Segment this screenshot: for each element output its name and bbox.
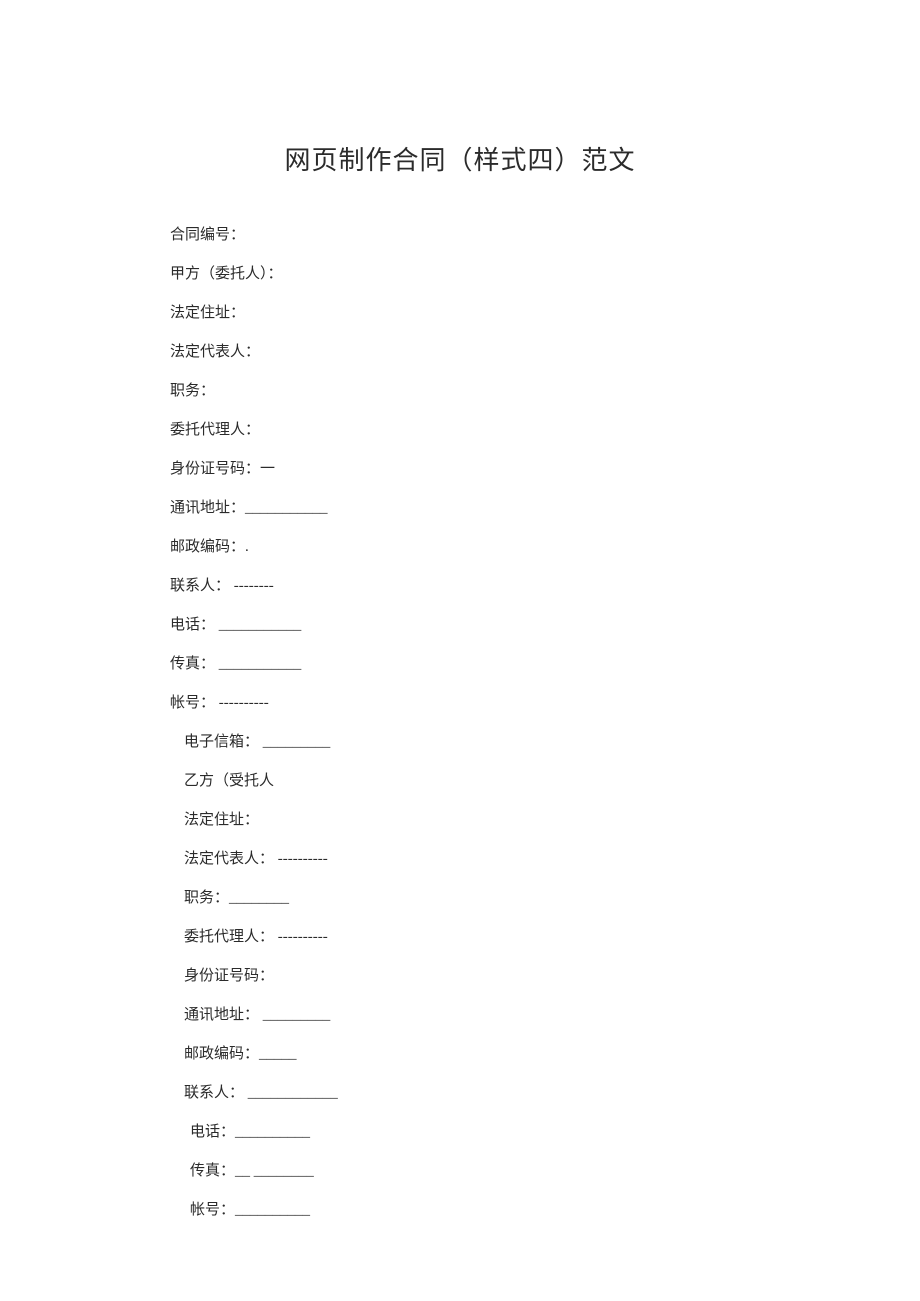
form-line: 通讯地址：___________ xyxy=(170,498,750,519)
form-line: 职务：________ xyxy=(170,888,750,909)
form-line: 法定代表人： ---------- xyxy=(170,849,750,870)
form-line: 联系人： ____________ xyxy=(170,1083,750,1104)
form-line: 邮政编码：_____ xyxy=(170,1044,750,1065)
form-line: 委托代理人： ---------- xyxy=(170,927,750,948)
form-line: 法定住址： xyxy=(170,303,750,324)
form-line: 职务： xyxy=(170,381,750,402)
form-line: 身份证号码：一 xyxy=(170,459,750,480)
form-line: 联系人： -------- xyxy=(170,576,750,597)
form-line: 电话：__________ xyxy=(170,1122,750,1143)
form-line: 身份证号码： xyxy=(170,966,750,987)
form-line: 法定代表人： xyxy=(170,342,750,363)
form-line: 传真： ___________ xyxy=(170,654,750,675)
form-line: 合同编号： xyxy=(170,225,750,246)
form-line: 帐号： ---------- xyxy=(170,693,750,714)
form-line: 法定住址： xyxy=(170,810,750,831)
form-line: 传真：__ ________ xyxy=(170,1161,750,1182)
form-line: 电话： ___________ xyxy=(170,615,750,636)
form-line: 电子信箱： _________ xyxy=(170,732,750,753)
form-line: 甲方（委托人）： xyxy=(170,264,750,285)
form-line: 帐号：__________ xyxy=(170,1200,750,1221)
form-line: 乙方（受托人 xyxy=(170,771,750,792)
form-line: 委托代理人： xyxy=(170,420,750,441)
form-line: 邮政编码：. xyxy=(170,537,750,558)
document-page: 网页制作合同（样式四）范文 合同编号： 甲方（委托人）： 法定住址： 法定代表人： 职务… xyxy=(0,0,920,1301)
document-title: 网页制作合同（样式四）范文 xyxy=(170,140,750,177)
form-line: 通讯地址： _________ xyxy=(170,1005,750,1026)
document-body: 合同编号： 甲方（委托人）： 法定住址： 法定代表人： 职务： 委托代理人： 身份证号码：一… xyxy=(170,225,750,1221)
